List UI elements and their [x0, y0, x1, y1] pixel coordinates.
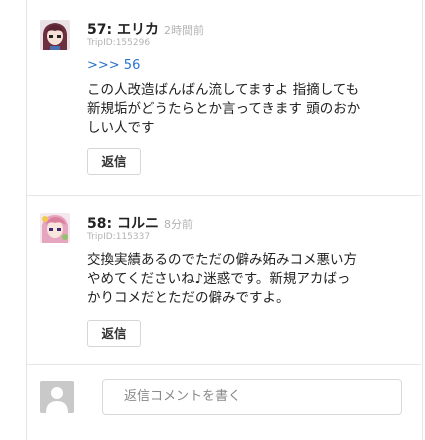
- comment-author: 58: コルニ 8分前: [87, 213, 193, 233]
- comment-number-name: 57: エリカ: [87, 22, 159, 38]
- reply-button[interactable]: 返信: [87, 148, 141, 175]
- comment-time: 2時間前: [163, 24, 204, 37]
- user-avatar-icon[interactable]: [40, 20, 70, 50]
- default-user-icon: [40, 381, 74, 413]
- reply-button[interactable]: 返信: [87, 320, 141, 347]
- comment-body: この人改造ばんばん流してますよ 指摘しても 新規垢がどうたらとか言ってきます 頭…: [87, 82, 361, 136]
- comment-57: 57: エリカ 2時間前 TripID:155296 >>> 56 この人改造ばん…: [27, 0, 421, 195]
- comment-tripid: TripID:115337: [87, 232, 151, 242]
- comment-58: 58: コルニ 8分前 TripID:115337 交換実績あるのでただの僻み妬み…: [27, 196, 421, 364]
- comment-time: 8分前: [163, 218, 193, 231]
- comment-body: 交換実績あるのでただの僻み妬みコメ悪い方 やめてくださいね♪迷惑です。新規アカば…: [87, 252, 357, 306]
- reply-anchor-link[interactable]: >>> 56: [87, 58, 140, 73]
- user-avatar-icon[interactable]: [40, 213, 70, 243]
- right-border: [422, 0, 423, 440]
- reply-compose-row: 返信コメントを書く: [27, 365, 421, 440]
- comment-number-name: 58: コルニ: [87, 216, 159, 232]
- comment-tripid: TripID:155296: [87, 38, 151, 48]
- reply-comment-input[interactable]: 返信コメントを書く: [102, 379, 402, 415]
- comment-author: 57: エリカ 2時間前: [87, 19, 204, 39]
